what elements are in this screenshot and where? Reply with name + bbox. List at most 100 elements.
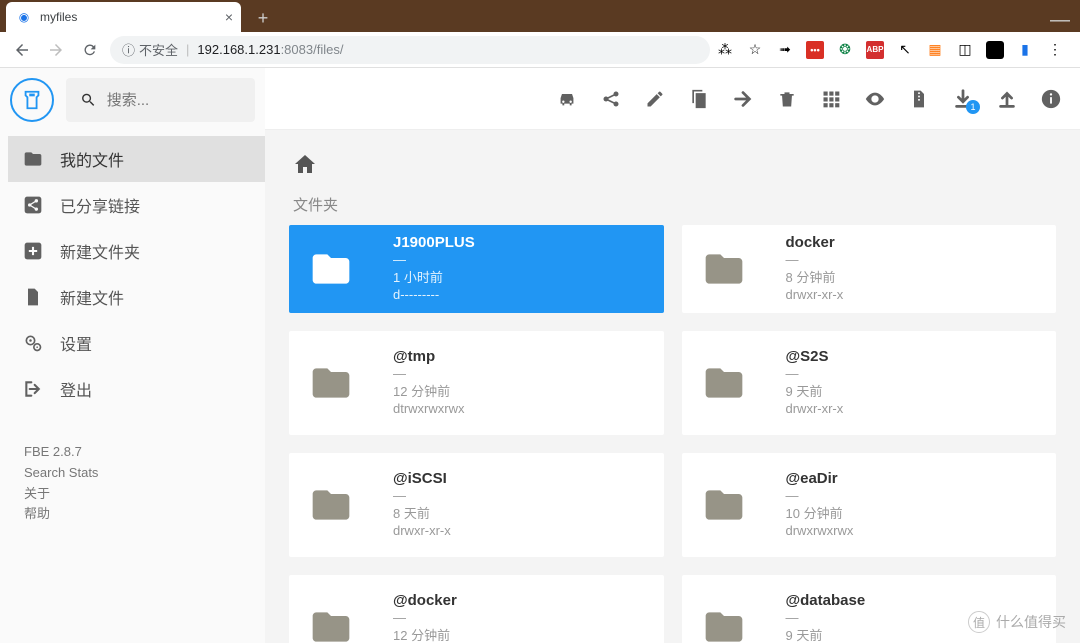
folder-name: docker xyxy=(786,234,844,251)
car-icon[interactable] xyxy=(556,88,578,110)
logout-icon xyxy=(22,379,44,399)
eye-icon[interactable] xyxy=(864,88,886,110)
tab-close-icon[interactable]: × xyxy=(225,9,233,25)
tab-title: myfiles xyxy=(40,10,77,24)
watermark: 值 什么值得买 xyxy=(968,611,1066,633)
folder-name: @tmp xyxy=(393,348,465,365)
folder-body: docker—8 分钟前drwxr-xr-x xyxy=(786,234,844,305)
folder-dash: — xyxy=(786,366,844,383)
grid-view-icon[interactable] xyxy=(820,88,842,110)
ext-icon-1[interactable]: ➟ xyxy=(776,41,794,59)
folder-icon xyxy=(309,605,353,643)
folder-dash: — xyxy=(393,488,451,505)
url-text: 192.168.1.231:8083/files/ xyxy=(197,42,343,57)
upload-icon[interactable] xyxy=(996,88,1018,110)
folder-card[interactable]: J1900PLUS—1 小时前d--------- xyxy=(289,225,664,313)
archive-icon[interactable] xyxy=(908,88,930,110)
folder-card[interactable]: @docker—12 分钟前drwx--x--x xyxy=(289,575,664,643)
help-link[interactable]: 帮助 xyxy=(24,504,249,525)
sidebar-item-my-files[interactable]: 我的文件 xyxy=(8,136,265,182)
folder-dash: — xyxy=(393,252,475,269)
watermark-icon: 值 xyxy=(968,611,990,633)
arrow-right-icon xyxy=(47,41,65,59)
new-tab-button[interactable]: + xyxy=(249,4,277,32)
share-icon[interactable] xyxy=(600,88,622,110)
sidebar-footer: FBE 2.8.7 Search Stats 关于 帮助 xyxy=(8,442,265,525)
abp-icon[interactable]: ABP xyxy=(866,41,884,59)
reload-button[interactable] xyxy=(76,36,104,64)
folder-body: @iSCSI—8 天前drwxr-xr-x xyxy=(393,470,451,541)
folder-time: 9 天前 xyxy=(786,384,844,401)
back-button[interactable] xyxy=(8,36,36,64)
folder-name: J1900PLUS xyxy=(393,234,475,251)
sidebar-item-label: 我的文件 xyxy=(60,147,124,171)
browser-tab[interactable]: ◉ myfiles × xyxy=(6,2,241,32)
sidebar-item-shared-links[interactable]: 已分享链接 xyxy=(8,182,265,228)
folder-body: @S2S—9 天前drwxr-xr-x xyxy=(786,348,844,419)
folder-body: @database—9 天前drwxr-x--- xyxy=(786,592,866,643)
toolbar: 1 xyxy=(265,68,1080,130)
move-icon[interactable] xyxy=(732,88,754,110)
folder-card[interactable]: @S2S—9 天前drwxr-xr-x xyxy=(682,331,1057,435)
folder-icon xyxy=(702,247,746,291)
folder-card[interactable]: @tmp—12 分钟前dtrwxrwxrwx xyxy=(289,331,664,435)
copy-icon[interactable] xyxy=(688,88,710,110)
sidebar-item-label: 新建文件夹 xyxy=(60,239,140,263)
folder-card[interactable]: docker—8 分钟前drwxr-xr-x xyxy=(682,225,1057,313)
ext-icon-black[interactable] xyxy=(986,41,1004,59)
sidebar-item-new-folder[interactable]: 新建文件夹 xyxy=(8,228,265,274)
minimize-icon[interactable]: — xyxy=(1050,9,1070,32)
stats-link[interactable]: Search Stats xyxy=(24,463,249,484)
folder-dash: — xyxy=(786,488,854,505)
folder-body: @eaDir—10 分钟前drwxrwxrwx xyxy=(786,470,854,541)
forward-button[interactable] xyxy=(42,36,70,64)
folder-dash: — xyxy=(393,610,457,627)
folder-permissions: d--------- xyxy=(393,287,475,304)
search-box[interactable] xyxy=(66,78,255,122)
about-link[interactable]: 关于 xyxy=(24,484,249,505)
ext-icon-orange[interactable]: ▦ xyxy=(926,41,944,59)
folder-icon xyxy=(702,361,746,405)
star-icon[interactable]: ☆ xyxy=(746,41,764,59)
url-path: :8083/files/ xyxy=(281,42,344,57)
gears-icon xyxy=(22,333,44,353)
info-icon[interactable] xyxy=(1040,88,1062,110)
info-icon: ⓘ xyxy=(122,40,135,59)
section-title: 文件夹 xyxy=(293,194,1056,215)
browser-chrome: ◉ myfiles × + — ⓘ 不安全 | 192.168.1.231:80… xyxy=(0,0,1080,68)
folder-time: 8 分钟前 xyxy=(786,270,844,287)
sidebar-item-settings[interactable]: 设置 xyxy=(8,320,265,366)
home-icon[interactable] xyxy=(293,152,317,176)
sidebar-item-logout[interactable]: 登出 xyxy=(8,366,265,412)
menu-icon[interactable]: ⋮ xyxy=(1046,41,1064,59)
delete-icon[interactable] xyxy=(776,88,798,110)
sidebar-item-new-file[interactable]: 新建文件 xyxy=(8,274,265,320)
folder-name: @docker xyxy=(393,592,457,609)
watermark-text: 什么值得买 xyxy=(996,612,1066,632)
insecure-label: 不安全 xyxy=(139,40,178,59)
ext-icon-blue[interactable]: ▮ xyxy=(1016,41,1034,59)
url-box[interactable]: ⓘ 不安全 | 192.168.1.231:8083/files/ xyxy=(110,36,710,64)
folder-icon xyxy=(309,483,353,527)
edit-icon[interactable] xyxy=(644,88,666,110)
translate-icon[interactable]: ⁂ xyxy=(716,41,734,59)
search-input[interactable] xyxy=(107,92,241,109)
folder-permissions: dtrwxrwxrwx xyxy=(393,401,465,418)
url-separator: | xyxy=(186,42,189,57)
folder-body: @tmp—12 分钟前dtrwxrwxrwx xyxy=(393,348,465,419)
extension-icons: ⁂ ☆ ➟ ••• ❂ ABP ↖ ▦ ◫ ▮ ⋮ xyxy=(716,41,1072,59)
ext-icon-m[interactable]: ◫ xyxy=(956,41,974,59)
download-icon[interactable]: 1 xyxy=(952,88,974,110)
folder-card[interactable]: @iSCSI—8 天前drwxr-xr-x xyxy=(289,453,664,557)
folder-body: J1900PLUS—1 小时前d--------- xyxy=(393,234,475,305)
folder-icon xyxy=(702,605,746,643)
app-logo-icon[interactable] xyxy=(10,78,54,122)
ext-icon-green[interactable]: ❂ xyxy=(836,41,854,59)
app-root: 我的文件 已分享链接 新建文件夹 新建文件 设置 登出 xyxy=(0,68,1080,643)
folder-dash: — xyxy=(786,610,866,627)
cursor-icon[interactable]: ↖ xyxy=(896,41,914,59)
sidebar-item-label: 新建文件 xyxy=(60,285,124,309)
folder-card[interactable]: @eaDir—10 分钟前drwxrwxrwx xyxy=(682,453,1057,557)
ext-icon-red[interactable]: ••• xyxy=(806,41,824,59)
folder-name: @eaDir xyxy=(786,470,854,487)
